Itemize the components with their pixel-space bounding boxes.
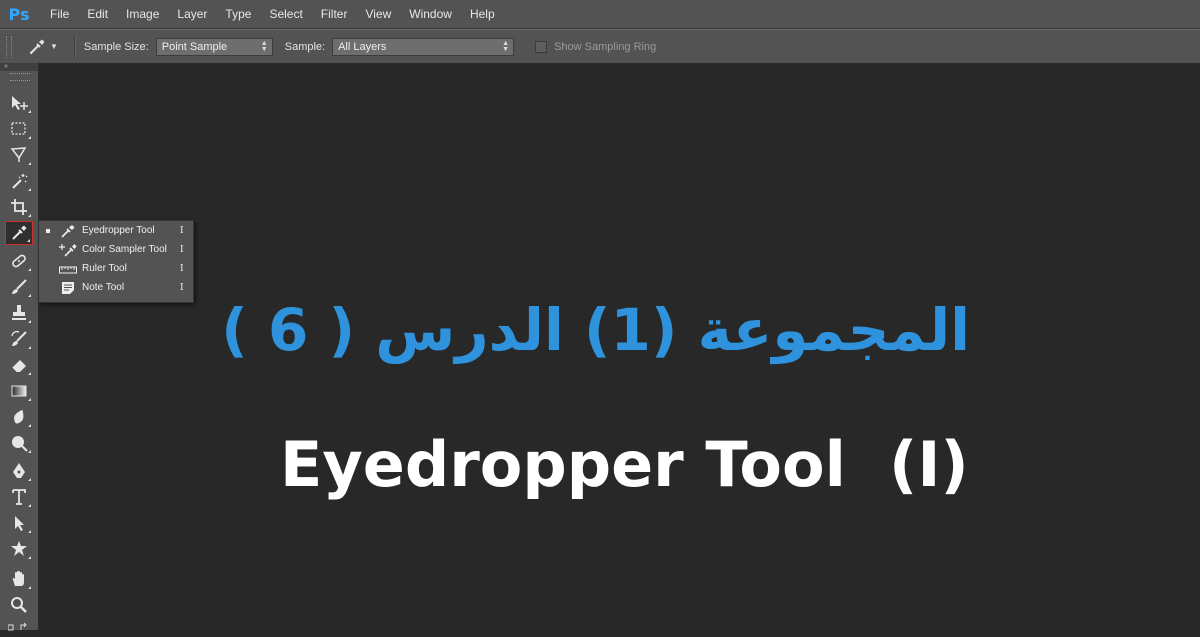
chevron-down-icon: ▼ — [50, 42, 58, 51]
flyout-shortcut: I — [180, 282, 184, 293]
eyedropper-icon — [12, 225, 27, 240]
menu-help[interactable]: Help — [461, 0, 504, 28]
move-icon — [12, 96, 28, 110]
zoom-icon — [11, 597, 27, 613]
toolbox-grip[interactable] — [10, 73, 30, 81]
marquee-icon — [11, 122, 26, 135]
tool-marquee[interactable] — [5, 117, 33, 141]
flyout-label: Note Tool — [82, 282, 125, 293]
flyout-shortcut: I — [180, 225, 184, 236]
menu-type[interactable]: Type — [216, 0, 260, 28]
shape-icon — [11, 541, 27, 556]
menu-edit[interactable]: Edit — [78, 0, 117, 28]
flyout-label: Color Sampler Tool — [82, 244, 167, 255]
menu-image[interactable]: Image — [117, 0, 168, 28]
menu-file[interactable]: File — [41, 0, 78, 28]
magic-wand-icon — [12, 174, 28, 189]
flyout-label: Ruler Tool — [82, 263, 127, 274]
options-bar: ▼ Sample Size: Point Sample ▲ ▼ Sample: A… — [0, 29, 1200, 64]
tool-blur[interactable] — [5, 405, 33, 429]
clone-stamp-icon — [12, 305, 26, 320]
color-sampler-icon — [58, 242, 78, 257]
tool-type[interactable] — [5, 485, 33, 509]
history-brush-icon — [11, 330, 27, 346]
gradient-icon — [11, 385, 27, 397]
crop-icon — [11, 199, 27, 215]
lesson-title-english: Eyedropper Tool (I) — [280, 428, 969, 501]
menu-filter[interactable]: Filter — [312, 0, 357, 28]
flyout-shortcut: I — [180, 244, 184, 255]
toolbox-collapse-icon[interactable]: » — [0, 63, 38, 71]
eyedropper-icon — [58, 223, 78, 238]
show-sampling-ring-label: Show Sampling Ring — [554, 40, 657, 53]
tool-healing-brush[interactable] — [5, 249, 33, 273]
menu-select[interactable]: Select — [260, 0, 311, 28]
menu-layer[interactable]: Layer — [168, 0, 216, 28]
tool-move[interactable] — [5, 91, 33, 115]
tool-magic-wand[interactable] — [5, 169, 33, 193]
flyout-item-ruler[interactable]: Ruler Tool I — [39, 259, 195, 278]
menu-bar: Ps File Edit Image Layer Type Select Fil… — [0, 0, 1200, 29]
lasso-icon — [10, 147, 27, 162]
tool-preset-picker[interactable]: ▼ — [28, 38, 58, 56]
type-icon — [12, 489, 26, 505]
options-bar-grip[interactable] — [6, 35, 12, 58]
flyout-item-color-sampler[interactable]: Color Sampler Tool I — [39, 240, 195, 259]
tool-clone-stamp[interactable] — [5, 301, 33, 325]
eraser-icon — [11, 360, 26, 373]
brush-icon — [12, 279, 27, 294]
photoshop-logo: Ps — [8, 4, 30, 24]
show-sampling-ring-checkbox[interactable] — [535, 40, 548, 53]
tool-pen[interactable] — [5, 459, 33, 483]
tool-brush[interactable] — [5, 275, 33, 299]
tool-eraser[interactable] — [5, 353, 33, 377]
sample-size-value: Point Sample — [161, 40, 228, 53]
pen-icon — [13, 463, 25, 478]
up-down-arrows-icon: ▲ ▼ — [502, 39, 510, 53]
tool-eyedropper[interactable] — [5, 221, 33, 245]
menu-window[interactable]: Window — [400, 0, 461, 28]
divider — [73, 35, 76, 58]
flyout-item-note[interactable]: Note Tool I — [39, 278, 195, 297]
flyout-item-eyedropper[interactable]: Eyedropper Tool I — [39, 221, 195, 240]
tool-lasso[interactable] — [5, 143, 33, 167]
hand-icon — [12, 571, 24, 586]
ruler-icon — [58, 261, 78, 276]
blur-icon — [14, 409, 24, 424]
up-down-arrows-icon: ▲ ▼ — [260, 39, 268, 53]
lesson-title-arabic: المجموعة (1) الدرس ( 6 ) — [221, 296, 970, 364]
menu-view[interactable]: View — [356, 0, 400, 28]
tool-hand[interactable] — [5, 567, 33, 591]
sample-size-label: Sample Size: — [83, 40, 149, 53]
tool-dodge[interactable] — [5, 431, 33, 455]
toolbox: » — [0, 63, 39, 631]
sample-value: All Layers — [338, 40, 387, 53]
flyout-label: Eyedropper Tool — [82, 225, 155, 236]
swap-colors-icon[interactable] — [7, 619, 30, 631]
sample-size-select[interactable]: Point Sample ▲ ▼ — [155, 37, 273, 56]
sample-label: Sample: — [284, 40, 326, 53]
path-selection-icon — [15, 516, 24, 531]
eyedropper-tool-flyout: Eyedropper Tool I Color Sampler Tool I R… — [38, 220, 194, 303]
selected-bullet-icon — [46, 229, 50, 233]
tool-zoom[interactable] — [5, 593, 33, 617]
note-icon — [58, 280, 78, 295]
dodge-icon — [12, 436, 28, 452]
sample-select[interactable]: All Layers ▲ ▼ — [332, 37, 515, 56]
healing-brush-icon — [12, 254, 26, 268]
tool-history-brush[interactable] — [5, 327, 33, 351]
tool-crop[interactable] — [5, 195, 33, 219]
flyout-shortcut: I — [180, 263, 184, 274]
tool-shape[interactable] — [5, 537, 33, 561]
tool-path-selection[interactable] — [5, 511, 33, 535]
tool-gradient[interactable] — [5, 379, 33, 403]
eyedropper-icon — [29, 39, 45, 54]
